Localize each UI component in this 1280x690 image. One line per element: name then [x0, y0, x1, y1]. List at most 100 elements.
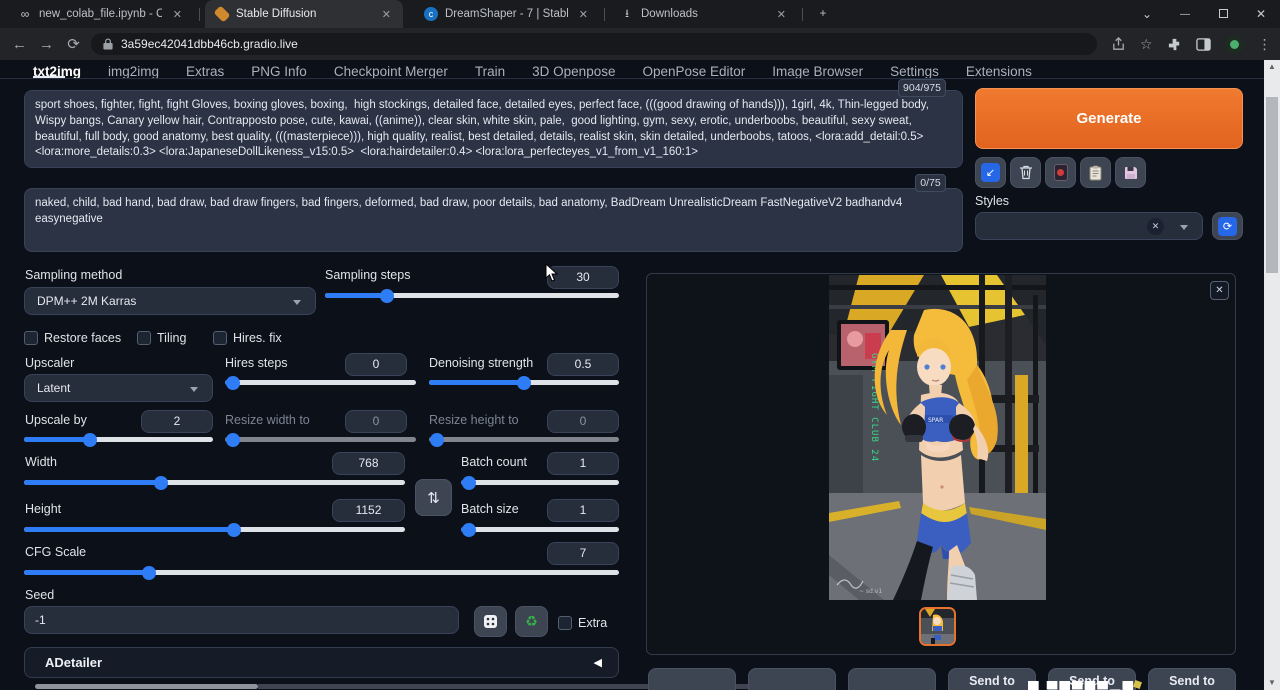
batch-size-input[interactable]: 1	[547, 499, 619, 522]
tab-title: Stable Diffusion	[236, 8, 371, 20]
scrollbar-thumb[interactable]	[1266, 97, 1278, 273]
arrow-down-left-icon: ↙	[981, 163, 1000, 182]
browser-tabstrip: ∞ new_colab_file.ipynb - Colaborat ✕ Sta…	[0, 0, 1280, 28]
width-slider[interactable]	[24, 480, 405, 485]
seed-input[interactable]	[24, 606, 459, 634]
send-to-img2img-button[interactable]: Send to	[948, 668, 1036, 690]
hires-steps-input[interactable]: 0	[345, 353, 407, 376]
tab-checkpoint-merger[interactable]: Checkpoint Merger	[334, 64, 448, 79]
tab-close-icon[interactable]: ✕	[773, 7, 790, 22]
height-slider[interactable]	[24, 527, 405, 532]
vertical-scrollbar[interactable]: ▲ ▼	[1264, 60, 1280, 690]
generated-image[interactable]: GYM FIGHT CLUB 24 SPAR	[829, 275, 1046, 600]
styles-dropdown[interactable]: ✕	[975, 212, 1203, 240]
extra-seed-checkbox[interactable]	[558, 616, 572, 630]
scroll-up-icon[interactable]: ▲	[1264, 60, 1280, 74]
horizontal-scrollbar-thumb[interactable]	[35, 684, 258, 689]
output-button-2[interactable]	[748, 668, 836, 690]
browser-tab-downloads[interactable]: ⭳ Downloads ✕	[610, 0, 798, 28]
tab-extras[interactable]: Extras	[186, 64, 224, 79]
side-panel-icon[interactable]	[1196, 37, 1211, 52]
forward-icon[interactable]: →	[33, 36, 60, 53]
adetailer-accordion[interactable]: ADetailer ◀	[24, 647, 619, 678]
generate-button[interactable]: Generate	[975, 88, 1243, 149]
denoising-slider[interactable]	[429, 380, 619, 385]
restore-faces-checkbox[interactable]	[24, 331, 38, 345]
share-icon[interactable]	[1111, 37, 1126, 52]
tab-title: Downloads	[641, 8, 766, 20]
batch-size-slider[interactable]	[461, 527, 619, 532]
tab-settings[interactable]: Settings	[890, 64, 939, 79]
upscale-by-slider[interactable]	[24, 437, 213, 442]
mouse-cursor	[545, 263, 559, 283]
extensions-puzzle-icon[interactable]	[1167, 37, 1182, 52]
scroll-down-icon[interactable]: ▼	[1264, 676, 1280, 690]
clear-prompt-button[interactable]	[1010, 157, 1041, 188]
floppy-save-icon	[1124, 166, 1138, 180]
minimize-icon[interactable]: —	[1166, 9, 1204, 20]
refresh-styles-button[interactable]: ⟳	[1212, 212, 1243, 240]
bookmark-star-icon[interactable]: ☆	[1140, 36, 1153, 53]
width-input[interactable]: 768	[332, 452, 405, 475]
output-button-3[interactable]	[848, 668, 936, 690]
upscaler-select[interactable]: Latent	[24, 374, 213, 402]
upscale-by-label: Upscale by	[25, 413, 87, 427]
tab-openpose-editor[interactable]: OpenPose Editor	[642, 64, 745, 79]
batch-count-slider[interactable]	[461, 480, 619, 485]
seed-label: Seed	[25, 588, 54, 602]
sampling-steps-slider[interactable]	[325, 293, 619, 298]
tab-train[interactable]: Train	[475, 64, 505, 79]
tiling-label: Tiling	[157, 331, 186, 345]
tab-png-info[interactable]: PNG Info	[251, 64, 307, 79]
styles-label: Styles	[975, 194, 1009, 208]
tab-separator	[802, 8, 803, 21]
download-icon: ⭳	[620, 7, 634, 21]
hires-steps-slider[interactable]	[225, 380, 416, 385]
random-seed-button[interactable]	[474, 606, 507, 637]
tiling-checkbox[interactable]	[137, 331, 151, 345]
gallery-thumbnail[interactable]	[919, 607, 956, 646]
reload-icon[interactable]: ⟳	[60, 35, 87, 53]
cfg-scale-input[interactable]: 7	[547, 542, 619, 565]
height-input[interactable]: 1152	[332, 499, 405, 522]
tab-img2img[interactable]: img2img	[108, 64, 159, 79]
colab-icon: ∞	[18, 7, 32, 21]
extra-networks-button[interactable]	[1045, 157, 1076, 188]
browser-tab-colab[interactable]: ∞ new_colab_file.ipynb - Colaborat ✕	[8, 0, 194, 28]
styles-clear-icon[interactable]: ✕	[1147, 218, 1164, 235]
tab-close-icon[interactable]: ✕	[169, 7, 186, 22]
paste-params-button[interactable]: ↙	[975, 157, 1006, 188]
output-button-1[interactable]	[648, 668, 736, 690]
tab-divider	[0, 78, 1264, 79]
upscale-by-input[interactable]: 2	[141, 410, 213, 433]
tab-3d-openpose[interactable]: 3D Openpose	[532, 64, 615, 79]
close-window-icon[interactable]: ✕	[1242, 7, 1280, 21]
negative-prompt-textarea[interactable]: naked, child, bad hand, bad draw, bad dr…	[24, 188, 963, 252]
flower-card-icon	[1054, 164, 1068, 181]
tab-extensions[interactable]: Extensions	[966, 64, 1032, 79]
profile-avatar[interactable]	[1225, 35, 1244, 54]
prompt-textarea[interactable]: sport shoes, fighter, fight, fight Glove…	[24, 90, 963, 168]
sampling-method-select[interactable]: DPM++ 2M Karras	[24, 287, 316, 315]
apply-styles-button[interactable]	[1080, 157, 1111, 188]
cfg-scale-slider[interactable]	[24, 570, 619, 575]
browser-tab-civitai[interactable]: c DreamShaper - 7 | Stable Diffusio ✕	[414, 0, 600, 28]
new-tab-button[interactable]: +	[808, 0, 836, 28]
swap-dimensions-button[interactable]: ⇅	[415, 479, 452, 516]
reuse-seed-button[interactable]: ♻	[515, 606, 548, 637]
denoising-label: Denoising strength	[429, 356, 533, 370]
chevron-down-icon[interactable]: ⌄	[1128, 7, 1166, 21]
save-style-button[interactable]	[1115, 157, 1146, 188]
close-image-icon[interactable]: ✕	[1210, 281, 1229, 300]
tab-close-icon[interactable]: ✕	[378, 7, 395, 22]
browser-tab-stable-diffusion[interactable]: Stable Diffusion ✕	[205, 0, 403, 28]
batch-count-input[interactable]: 1	[547, 452, 619, 475]
tab-image-browser[interactable]: Image Browser	[772, 64, 863, 79]
maximize-icon[interactable]	[1204, 7, 1242, 21]
kebab-menu-icon[interactable]: ⋮	[1258, 36, 1272, 53]
denoising-input[interactable]: 0.5	[547, 353, 619, 376]
hires-fix-checkbox[interactable]	[213, 331, 227, 345]
back-icon[interactable]: ←	[6, 36, 33, 53]
tab-close-icon[interactable]: ✕	[575, 7, 592, 22]
url-bar[interactable]: 3a59ec42041dbb46cb.gradio.live	[91, 33, 1097, 55]
